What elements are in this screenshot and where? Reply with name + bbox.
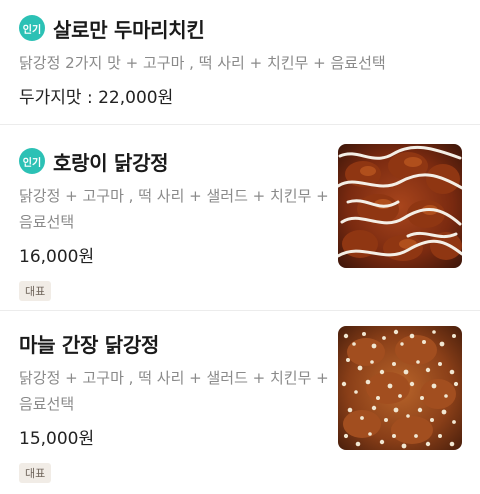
menu-list: 인기 살로만 두마리치킨 닭강정 2가지 맛 + 고구마 , 떡 사리 + 치킨…	[0, 0, 480, 494]
menu-item-photo[interactable]	[338, 144, 462, 268]
garlic-soy-dakgangjeong-photo-icon	[338, 326, 462, 450]
representative-tag: 대표	[19, 281, 52, 301]
tiger-dakgangjeong-photo-icon	[338, 144, 462, 268]
menu-item-description: 닭강정 + 고구마 , 떡 사리 + 샐러드 + 치킨무 + 음료선택	[19, 369, 329, 413]
menu-item-price: 두가지맛 : 22,000원	[19, 88, 174, 108]
menu-item-photo[interactable]	[338, 326, 462, 450]
menu-item-title: 마늘 간장 닭강정	[19, 332, 160, 357]
menu-item-garlic-soy-dakgangjeong[interactable]: 마늘 간장 닭강정 닭강정 + 고구마 , 떡 사리 + 샐러드 + 치킨무 +…	[0, 311, 480, 494]
popular-badge: 인기	[19, 148, 45, 174]
menu-item-title: 살로만 두마리치킨	[53, 17, 205, 42]
menu-item-title: 호랑이 닭강정	[53, 150, 169, 175]
menu-item-description: 닭강정 2가지 맛 + 고구마 , 떡 사리 + 치킨무 + 음료선택	[19, 54, 386, 72]
menu-item-tiger-dakgangjeong[interactable]: 인기 호랑이 닭강정 닭강정 + 고구마 , 떡 사리 + 샐러드 + 치킨무 …	[0, 125, 480, 311]
representative-tag: 대표	[19, 463, 52, 483]
menu-item-title-row: 인기 살로만 두마리치킨	[19, 12, 460, 44]
popular-badge: 인기	[19, 15, 45, 41]
menu-item-salomon-two-chicken[interactable]: 인기 살로만 두마리치킨 닭강정 2가지 맛 + 고구마 , 떡 사리 + 치킨…	[0, 0, 480, 125]
menu-item-description: 닭강정 + 고구마 , 떡 사리 + 샐러드 + 치킨무 + 음료선택	[19, 187, 329, 231]
